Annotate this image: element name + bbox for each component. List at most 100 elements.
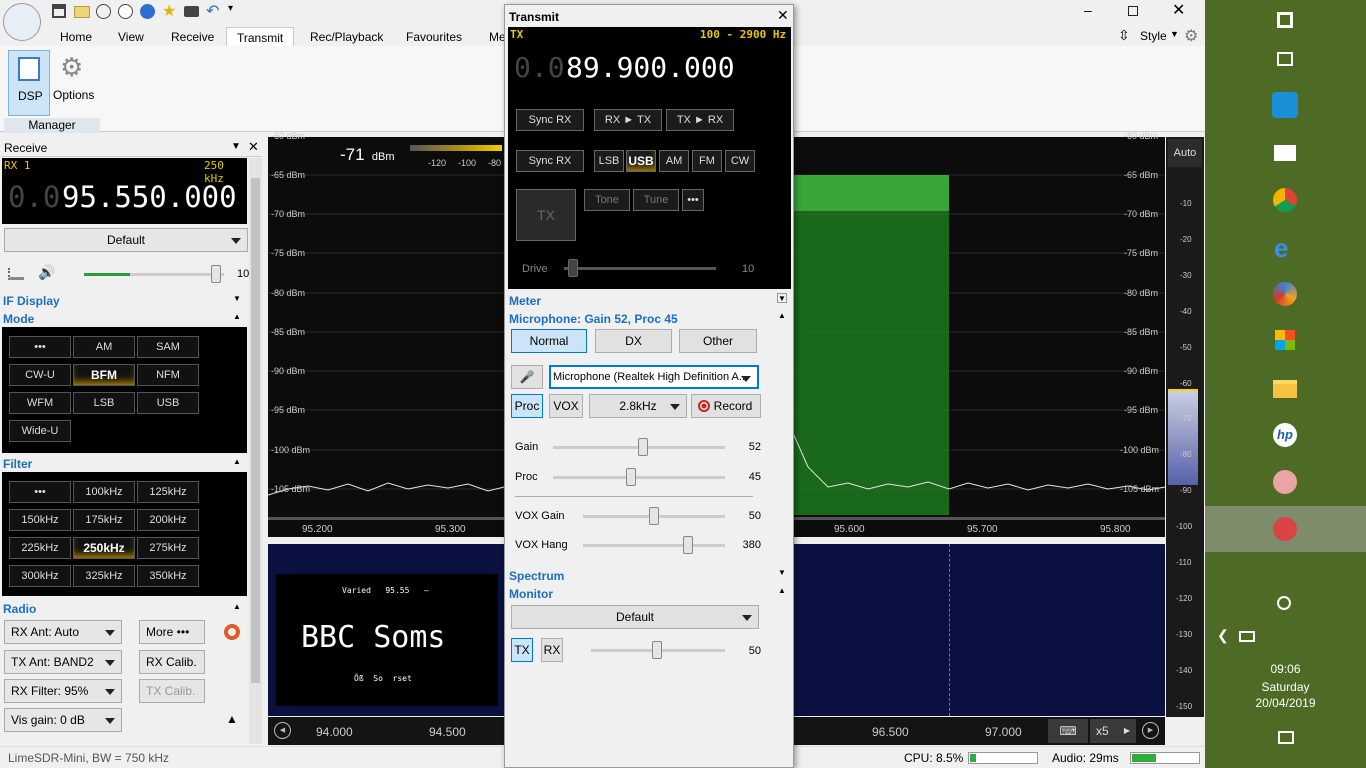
app-orb[interactable] — [3, 3, 41, 41]
meter-collapse-icon[interactable]: ▼ — [777, 293, 787, 303]
star-icon[interactable]: ★ — [162, 1, 176, 21]
if-display-header[interactable]: IF Display — [0, 294, 247, 310]
proc-thumb[interactable] — [626, 468, 636, 486]
vox-hang-slider[interactable] — [583, 536, 725, 554]
proc-toggle[interactable]: Proc — [511, 394, 543, 418]
settings-gear-icon[interactable]: ⚙ — [1184, 26, 1198, 46]
play-icon[interactable] — [96, 4, 111, 19]
tab-rec-playback[interactable]: Rec/Playback — [300, 27, 393, 47]
zoom-select[interactable]: x5 ▶ — [1090, 719, 1136, 743]
filter-325khz-button[interactable]: 325kHz — [73, 565, 135, 587]
filter-100khz-button[interactable]: 100kHz — [73, 481, 135, 503]
auto-scale-button[interactable]: Auto — [1168, 139, 1202, 167]
rx-calib-button[interactable]: RX Calib. — [139, 650, 205, 674]
filter-275khz-button[interactable]: 275kHz — [137, 537, 199, 559]
scroll-top-icon[interactable]: ▲ — [226, 712, 238, 726]
filter-175khz-button[interactable]: 175kHz — [73, 509, 135, 531]
filter-more-button[interactable]: ••• — [9, 481, 71, 503]
mode-am-button[interactable]: AM — [73, 336, 135, 358]
mode-usb-button[interactable]: USB — [137, 392, 199, 414]
options-button[interactable]: ⚙ Options — [52, 50, 96, 116]
mode-lsb-button[interactable]: LSB — [73, 392, 135, 414]
camera-icon[interactable] — [184, 6, 199, 17]
tune-button[interactable]: Tune — [633, 189, 679, 211]
clock-day[interactable]: Saturday — [1205, 680, 1366, 694]
mode-bfm-button[interactable]: BFM — [73, 364, 135, 386]
mode-collapse-icon[interactable]: ▲ — [233, 312, 241, 321]
network-icon[interactable] — [1239, 631, 1255, 642]
tab-receive[interactable]: Receive — [161, 27, 224, 47]
microphone-header[interactable]: Microphone: Gain 52, Proc 45 — [509, 312, 678, 326]
tab-view[interactable]: View — [108, 27, 154, 47]
home-icon[interactable] — [52, 4, 66, 18]
speaker-icon[interactable]: 🔊 — [38, 264, 55, 281]
vis-gain-select[interactable]: Vis gain: 0 dB — [4, 708, 122, 732]
vox-gain-slider[interactable] — [583, 507, 725, 525]
filter-300khz-button[interactable]: 300kHz — [9, 565, 71, 587]
receive-close-icon[interactable]: ✕ — [248, 139, 259, 155]
sync-rx-button[interactable]: Sync RX — [516, 109, 584, 131]
tx-more-button[interactable]: ••• — [682, 189, 704, 211]
style-sort-icon[interactable]: ⇳ — [1118, 27, 1130, 44]
chrome-icon[interactable] — [1273, 188, 1297, 212]
tone-button[interactable]: Tone — [584, 189, 630, 211]
clock-date[interactable]: 20/04/2019 — [1205, 696, 1366, 710]
transmit-close-icon[interactable]: ✕ — [777, 7, 789, 24]
tx-mode-lsb-button[interactable]: LSB — [594, 150, 624, 172]
tx-frequency[interactable]: 89.900.000 — [566, 51, 735, 84]
vox-gain-thumb[interactable] — [649, 507, 659, 525]
maximize-icon[interactable] — [1128, 6, 1138, 16]
bandwidth-select[interactable]: 2.8kHz — [589, 394, 687, 418]
monitor-volume-thumb[interactable] — [652, 641, 662, 659]
store-icon[interactable] — [1275, 330, 1295, 350]
rx-preset-select[interactable]: Default — [4, 228, 248, 252]
folder-icon[interactable] — [74, 6, 90, 18]
drive-slider[interactable] — [564, 259, 716, 277]
filter-225khz-button[interactable]: 225kHz — [9, 537, 71, 559]
monitor-header[interactable]: Monitor — [509, 587, 553, 601]
if-display-collapse-icon[interactable]: ▼ — [233, 294, 241, 303]
filter-350khz-button[interactable]: 350kHz — [137, 565, 199, 587]
action-center-icon[interactable] — [1278, 731, 1294, 744]
monitor-collapse-icon[interactable]: ▲ — [778, 586, 786, 595]
edge-icon[interactable]: e — [1274, 233, 1288, 264]
microphone-button[interactable]: 🎤 — [511, 365, 543, 389]
filter-200khz-button[interactable]: 200kHz — [137, 509, 199, 531]
tx-spectrum-collapse-icon[interactable]: ▼ — [778, 568, 786, 577]
monitor-tx-toggle[interactable]: TX — [511, 638, 533, 662]
customize-icon[interactable]: ▾ — [228, 3, 233, 14]
gain-thumb[interactable] — [638, 438, 648, 456]
tx-mode-fm-button[interactable]: FM — [692, 150, 722, 172]
mode-wfm-button[interactable]: WFM — [9, 392, 71, 414]
drive-thumb[interactable] — [568, 259, 578, 277]
keyboard-button[interactable]: ⌨ — [1048, 719, 1088, 743]
stop-icon[interactable] — [118, 4, 133, 19]
tray-expand-icon[interactable]: ❮ — [1217, 627, 1229, 644]
browser-app-icon[interactable] — [1273, 282, 1297, 306]
receive-dropdown-icon[interactable]: ▼ — [231, 141, 241, 152]
add-icon[interactable] — [140, 4, 155, 19]
radio-header[interactable]: Radio — [0, 602, 247, 618]
record-button[interactable]: Record — [691, 394, 761, 418]
level-meter-icon[interactable] — [8, 268, 24, 280]
tx-spectrum-header[interactable]: Spectrum — [509, 569, 564, 583]
scroll-left-button[interactable]: ◀ — [274, 722, 291, 739]
mode-sam-button[interactable]: SAM — [137, 336, 199, 358]
clock-time[interactable]: 09:06 — [1205, 662, 1366, 676]
gain-slider[interactable] — [553, 438, 725, 456]
scrollbar-thumb[interactable] — [251, 178, 260, 683]
mode-cwu-button[interactable]: CW-U — [9, 364, 71, 386]
rx-frequency[interactable]: 95.550.000 — [62, 180, 237, 214]
preset-other-button[interactable]: Other — [679, 329, 757, 353]
rx-to-tx-button[interactable]: RX ► TX — [594, 109, 662, 131]
meter-header[interactable]: Meter — [509, 294, 541, 308]
tx-antenna-select[interactable]: TX Ant: BAND2 — [4, 650, 122, 674]
style-menu[interactable]: Style — [1140, 29, 1167, 43]
preset-normal-button[interactable]: Normal — [511, 329, 587, 353]
volume-slider[interactable] — [84, 265, 224, 283]
filter-header[interactable]: Filter — [0, 457, 247, 473]
tx-mode-cw-button[interactable]: CW — [725, 150, 755, 172]
file-explorer-icon[interactable] — [1273, 380, 1297, 398]
tx-to-rx-button[interactable]: TX ► RX — [666, 109, 734, 131]
task-view-icon[interactable] — [1277, 52, 1293, 66]
